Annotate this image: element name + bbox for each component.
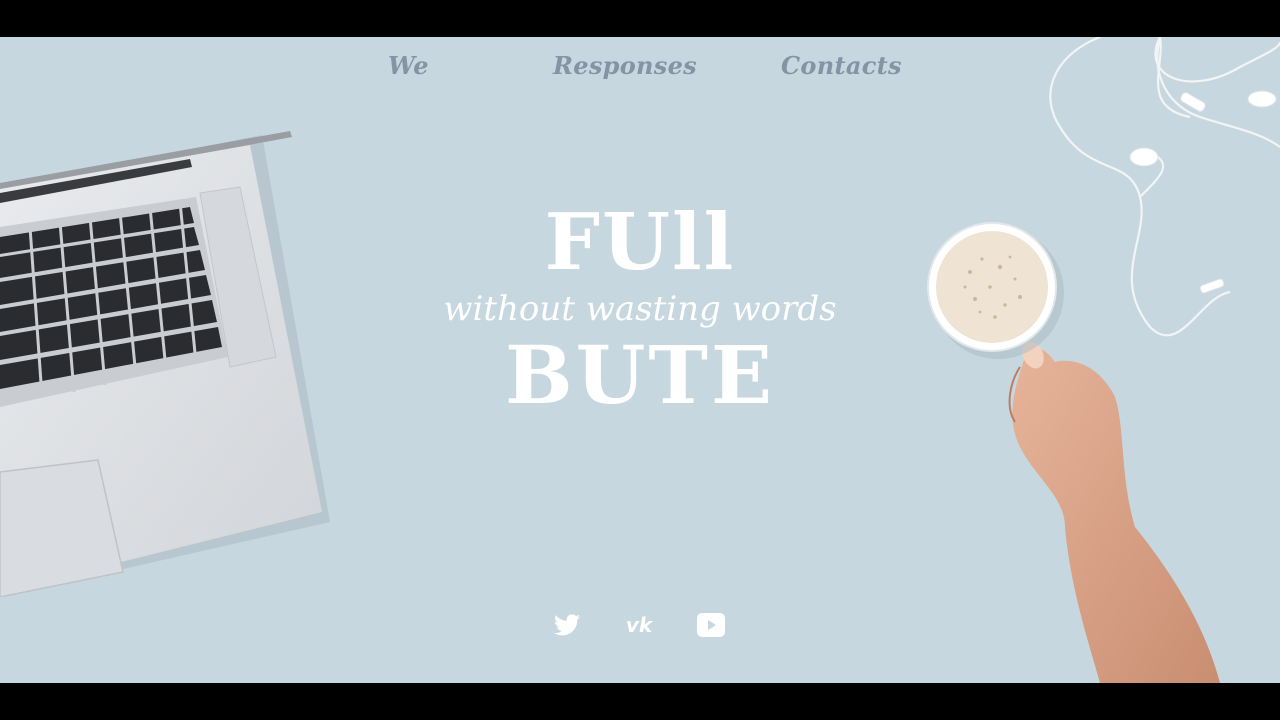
twitter-icon[interactable]: [552, 611, 582, 639]
main-navigation: We Responses Contacts: [0, 51, 1280, 85]
hero-title-top: FUll: [544, 197, 736, 288]
hero-tagline: without wasting words: [443, 289, 837, 329]
hero-title-bottom: BUTE: [505, 328, 775, 422]
vk-glyph: vk: [625, 613, 653, 637]
letterbox-bottom: [0, 683, 1280, 720]
vk-icon[interactable]: vk: [624, 611, 654, 639]
social-links: vk: [0, 611, 1280, 641]
hero-section: We Responses Contacts FUll without wasti…: [0, 37, 1280, 683]
letterbox-top: [0, 0, 1280, 37]
nav-link-contacts[interactable]: Contacts: [781, 51, 902, 80]
nav-link-responses[interactable]: Responses: [553, 51, 697, 80]
nav-link-we[interactable]: We: [388, 51, 429, 80]
youtube-icon[interactable]: [696, 611, 726, 639]
